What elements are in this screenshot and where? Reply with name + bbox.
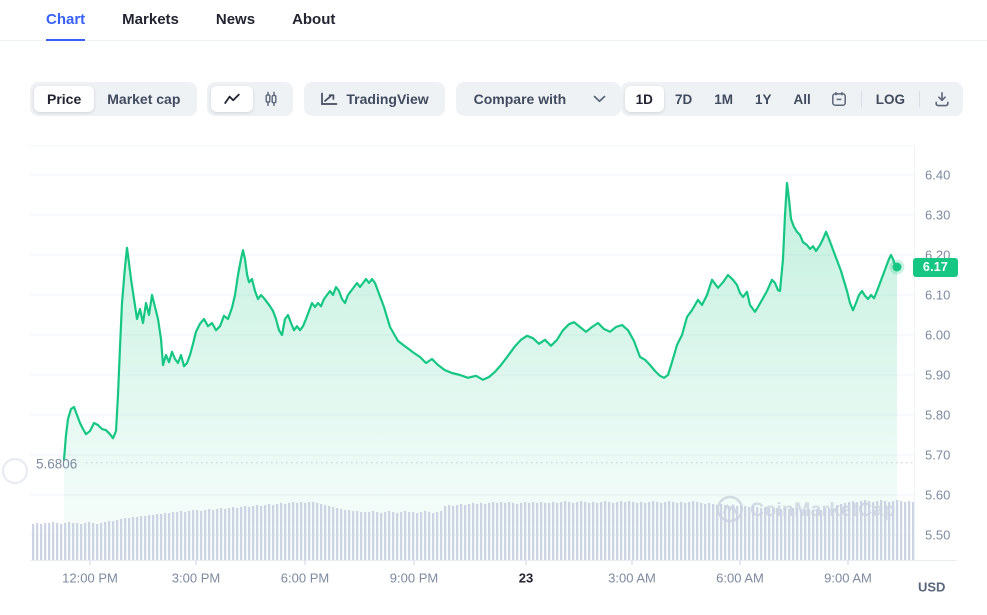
download-icon — [934, 91, 950, 107]
tradingview-icon — [320, 92, 338, 106]
y-axis-label: 6.10 — [925, 288, 950, 303]
tradingview-label: TradingView — [346, 91, 428, 107]
range-1d-button[interactable]: 1D — [625, 86, 664, 112]
log-scale-button[interactable]: LOG — [867, 86, 914, 112]
compare-with-label: Compare with — [474, 91, 567, 107]
currency-unit-label: USD — [918, 580, 945, 595]
line-chart-icon — [224, 93, 240, 105]
watermark-logo-partial — [3, 459, 27, 483]
x-axis-label: 6:00 AM — [716, 571, 764, 586]
y-axis-label: 5.60 — [925, 488, 950, 503]
range-1m-button[interactable]: 1M — [703, 86, 744, 112]
toolbar-divider — [919, 91, 920, 107]
x-axis-label: 9:00 AM — [824, 571, 872, 586]
chart-toolbar: Price Market cap TradingView Compare wit — [30, 82, 963, 116]
range-selector: 1D 7D 1M 1Y All LOG — [621, 82, 963, 116]
y-axis-label: 6.40 — [925, 168, 950, 183]
chevron-down-icon — [593, 95, 606, 103]
y-axis-label: 6.30 — [925, 208, 950, 223]
range-7d-button[interactable]: 7D — [664, 86, 703, 112]
y-axis-label: 5.70 — [925, 448, 950, 463]
calendar-icon — [831, 91, 847, 107]
x-axis-label: 12:00 PM — [62, 571, 118, 586]
toolbar-divider — [861, 91, 862, 107]
tradingview-button[interactable]: TradingView — [304, 82, 444, 116]
range-1y-button[interactable]: 1Y — [744, 86, 783, 112]
candlestick-chart-type-button[interactable] — [253, 86, 289, 112]
x-axis-label: 23 — [519, 571, 533, 586]
metric-toggle: Price Market cap — [30, 82, 197, 116]
last-price-dot — [893, 263, 902, 272]
y-axis-label: 5.90 — [925, 368, 950, 383]
download-button[interactable] — [925, 86, 959, 112]
x-axis-label: 3:00 AM — [608, 571, 656, 586]
x-axis-label: 3:00 PM — [172, 571, 220, 586]
y-axis-label: 6.00 — [925, 328, 950, 343]
candlestick-icon — [264, 91, 278, 107]
compare-with-dropdown[interactable]: Compare with — [456, 82, 621, 116]
price-toggle-button[interactable]: Price — [34, 86, 94, 112]
period-low-label: 5.6806 — [36, 457, 77, 472]
x-axis-label: 9:00 PM — [390, 571, 438, 586]
chart-type-toggle — [207, 82, 293, 116]
line-chart-type-button[interactable] — [211, 86, 253, 112]
range-all-button[interactable]: All — [782, 86, 821, 112]
x-axis-tick-marks — [90, 561, 848, 566]
y-axis-label: 5.80 — [925, 408, 950, 423]
current-price-badge: 6.17 — [913, 258, 958, 277]
x-axis-label: 6:00 PM — [281, 571, 329, 586]
crypto-chart-page: Chart Markets News About Price Market ca… — [0, 0, 987, 615]
y-axis-label: 5.50 — [925, 528, 950, 543]
market-cap-toggle-button[interactable]: Market cap — [94, 86, 193, 112]
calendar-button[interactable] — [822, 86, 856, 112]
